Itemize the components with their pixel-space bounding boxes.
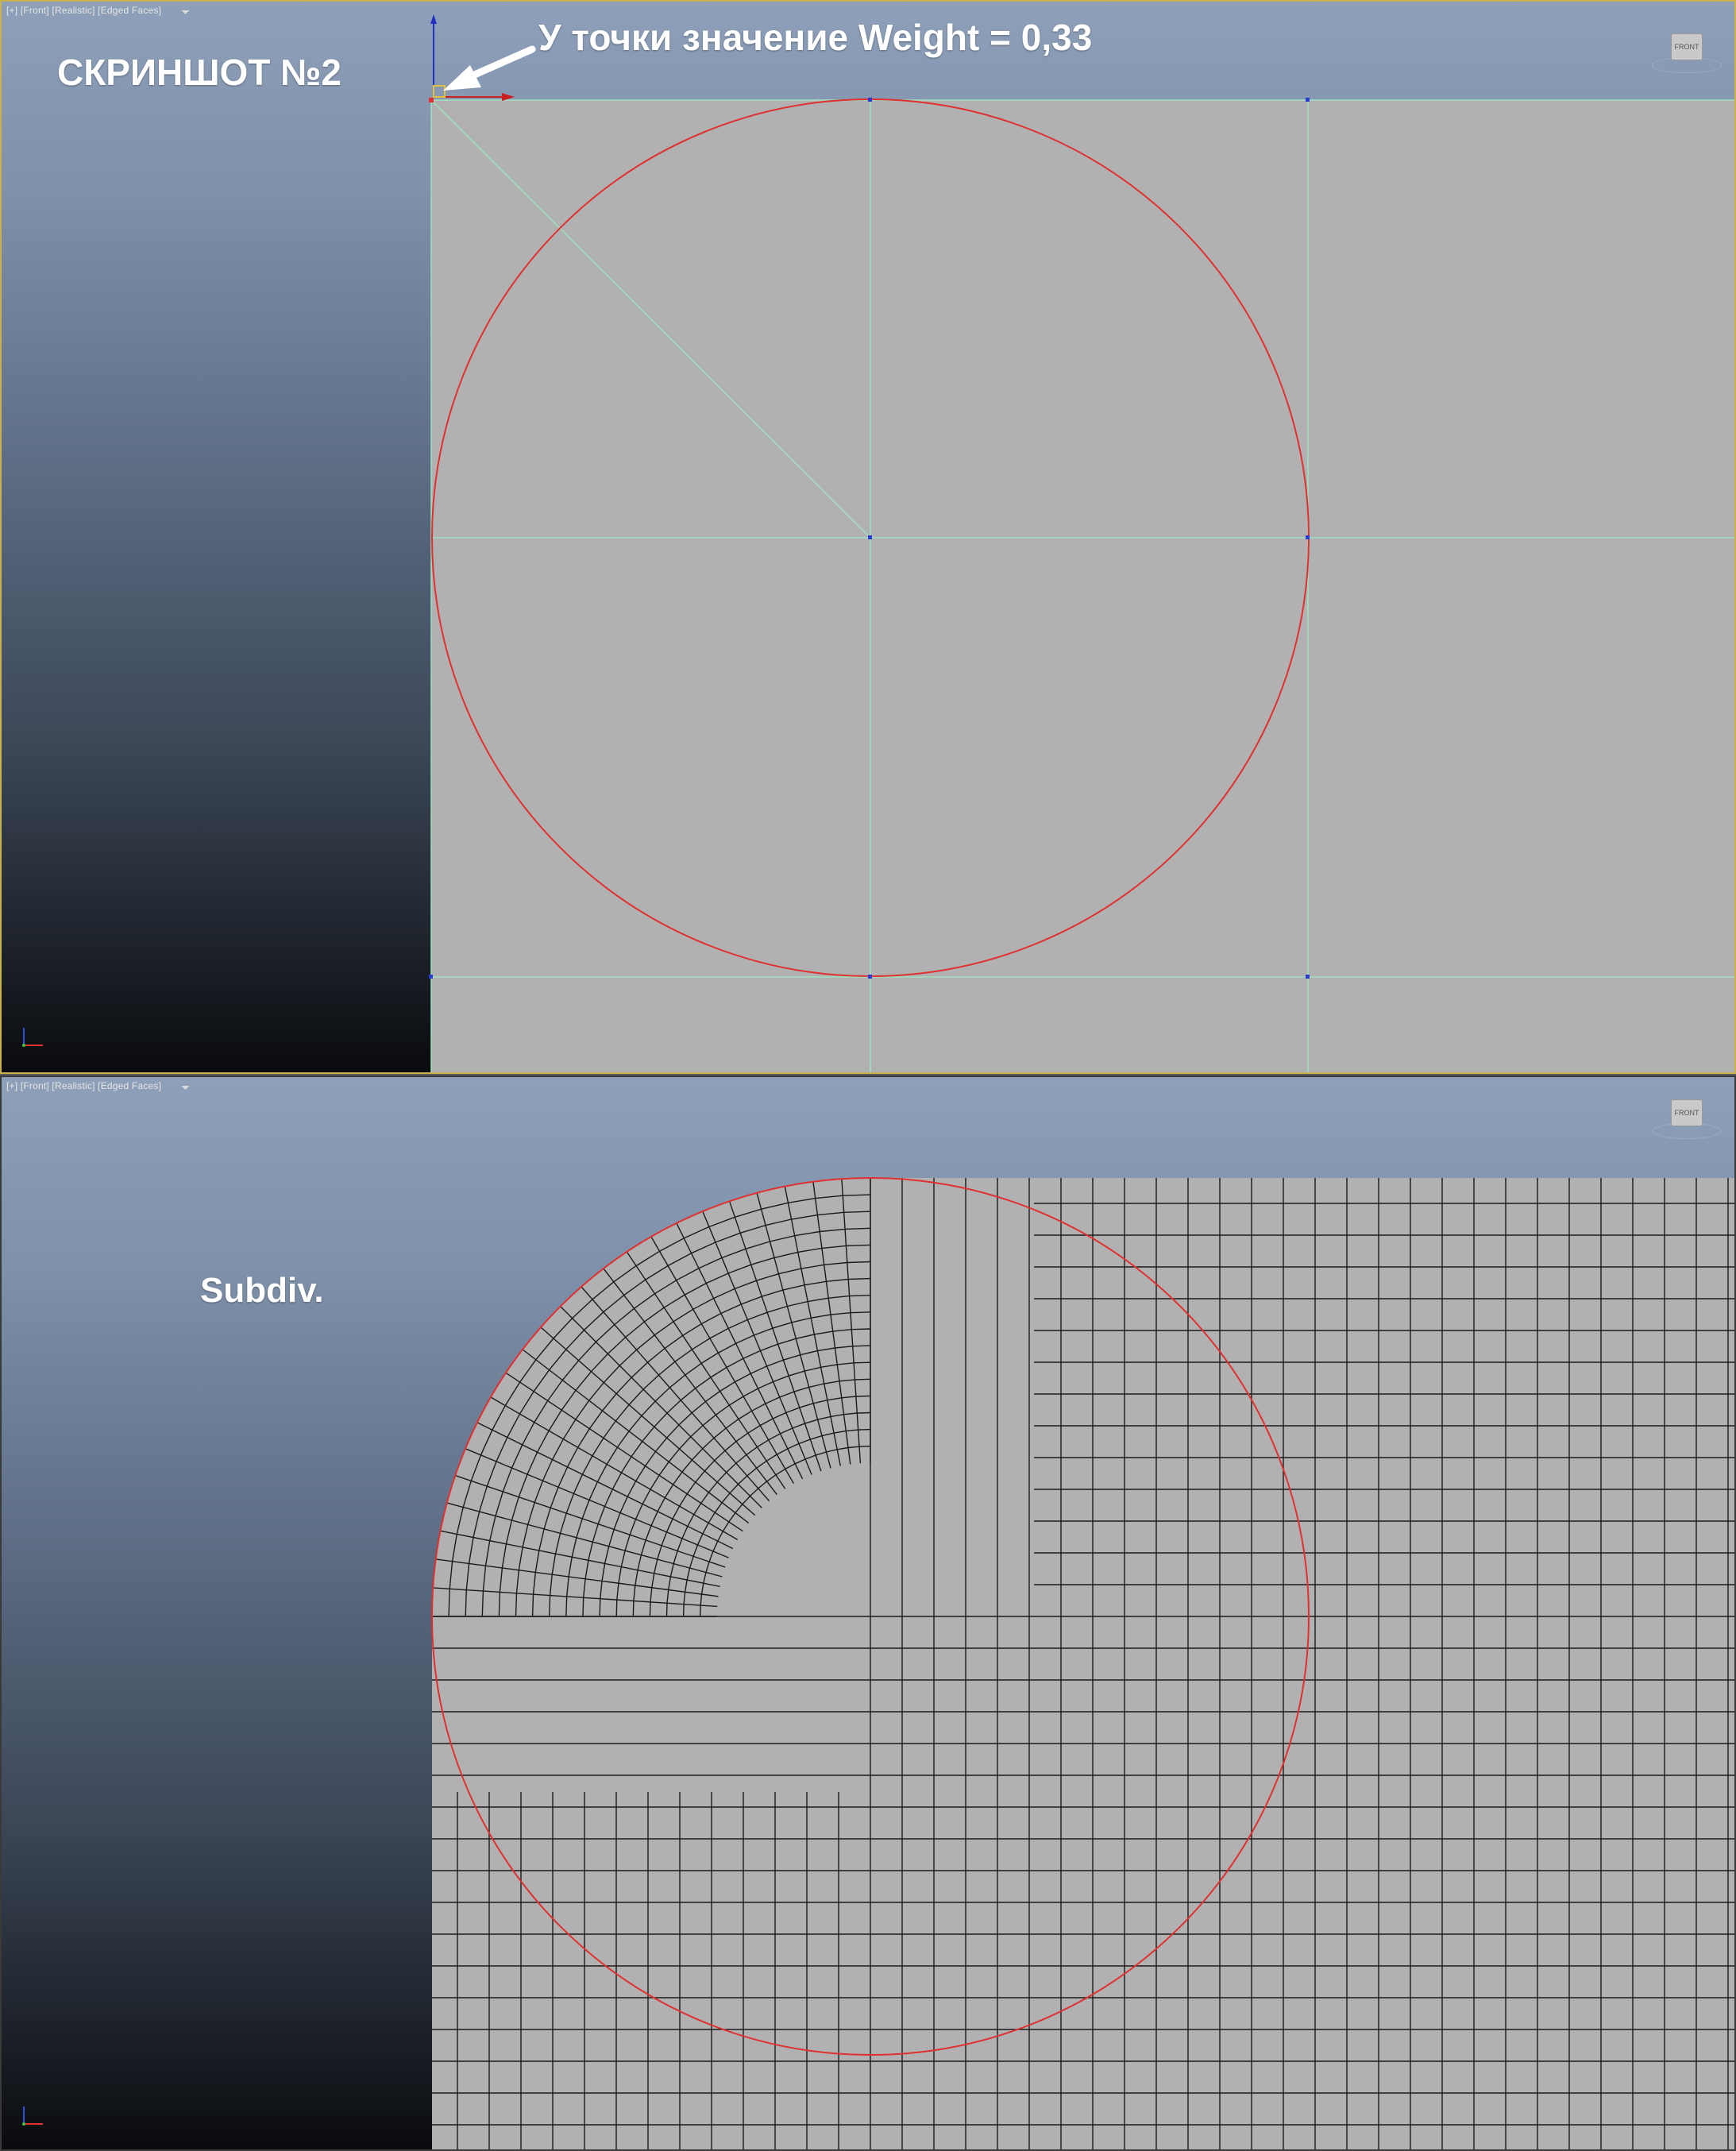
top-scene: [429, 14, 1734, 1072]
axis-tripod-icon: [22, 1028, 43, 1047]
vertex: [868, 98, 872, 102]
viewcube[interactable]: FRONT: [1671, 1099, 1703, 1126]
screenshot-title: СКРИНШОТ №2: [57, 52, 342, 93]
annotation-arrow: [443, 45, 536, 91]
vertex: [868, 975, 872, 979]
vertex: [1306, 535, 1310, 539]
top-viewport[interactable]: [+] [Front] [Realistic] [Edged Faces] ⏷: [0, 0, 1736, 1074]
vertex: [429, 975, 433, 979]
plane-surface: [431, 100, 1734, 1072]
vertex-selected: [429, 98, 434, 102]
vertex: [1306, 975, 1310, 979]
subdiv-surface: [432, 1178, 1734, 2149]
subdiv-scene: [431, 1177, 1734, 2149]
viewcube[interactable]: FRONT: [1671, 33, 1703, 60]
subdiv-title: Subdiv.: [200, 1271, 324, 1310]
bottom-viewport[interactable]: [+] [Front] [Realistic] [Edged Faces] ⏷ …: [0, 1076, 1736, 2151]
weight-annotation: У точки значение Weight = 0,33: [538, 17, 1093, 58]
axis-tripod-icon: [22, 2107, 43, 2126]
vertex: [868, 535, 872, 539]
vertex: [1306, 98, 1310, 102]
